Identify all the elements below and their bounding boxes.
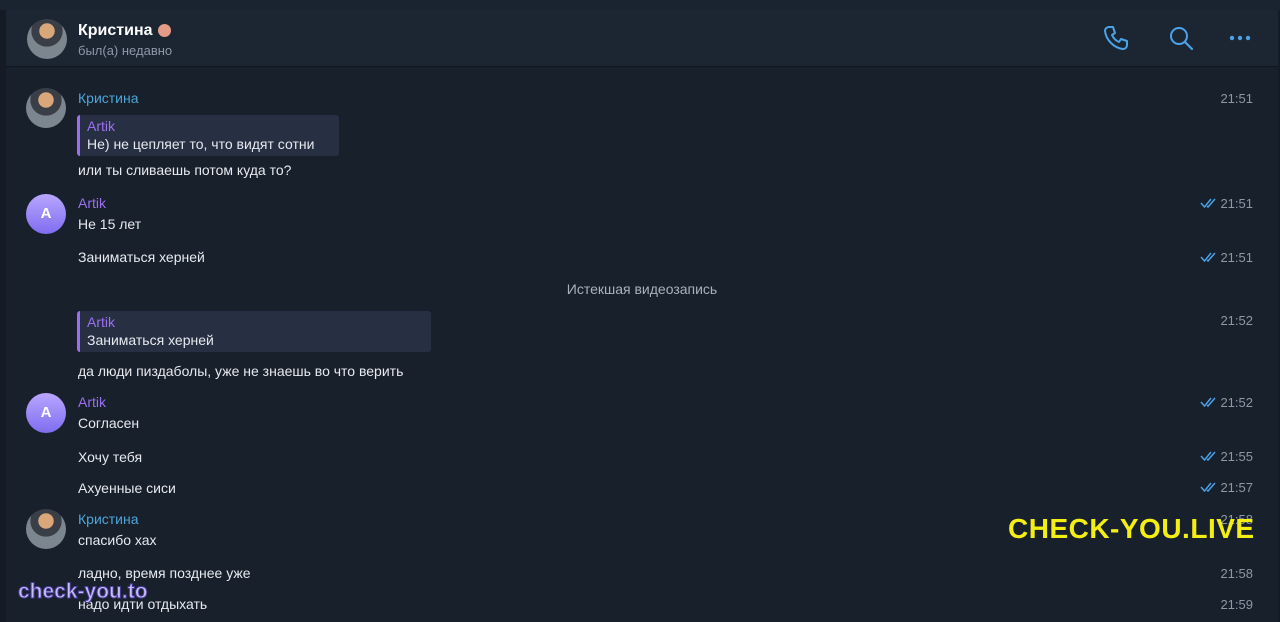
sender-name[interactable]: Artik [78, 394, 106, 410]
watermark-check-you-to: check-you.to [18, 580, 149, 604]
search-icon[interactable] [1166, 23, 1196, 53]
message-time: 21:51 [1200, 196, 1253, 211]
service-message: Истекшая видеозапись [566, 281, 718, 297]
double-check-icon [1200, 482, 1217, 493]
message-time: 21:51 [1220, 91, 1253, 106]
contact-name[interactable]: Кристина [78, 22, 153, 40]
message-text: Не 15 лет [78, 216, 142, 232]
contact-status: был(а) недавно [78, 43, 173, 58]
reply-sender: Artik [87, 314, 115, 330]
status-emoji-icon [158, 24, 171, 37]
message-time: 21:52 [1220, 313, 1253, 328]
more-dots-icon[interactable] [1225, 23, 1255, 53]
message-time: 21:58 [1220, 566, 1253, 581]
chat-header: Кристина был(а) недавно [6, 10, 1278, 67]
reply-text: Не) не цепляет то, что видят сотни [87, 136, 315, 152]
avatar-artik[interactable]: A [26, 194, 66, 234]
message-text: спасибо хах [78, 532, 157, 548]
double-check-icon [1200, 451, 1217, 462]
double-check-icon [1200, 397, 1217, 408]
sender-name[interactable]: Artik [78, 195, 106, 211]
reply-quote[interactable]: Artik Заниматься херней [77, 311, 431, 352]
double-check-icon [1200, 198, 1217, 209]
watermark-check-you-live: CHECK-YOU.LIVE [1008, 513, 1255, 544]
window-top-strip [0, 0, 1280, 10]
message-text: да люди пиздаболы, уже не знаешь во что … [78, 363, 404, 379]
reply-quote[interactable]: Artik Не) не цепляет то, что видят сотни [77, 115, 339, 156]
sender-name[interactable]: Кристина [78, 511, 139, 527]
reply-sender: Artik [87, 118, 115, 134]
message-text: ладно, время позднее уже [78, 565, 251, 581]
message-text: Заниматься херней [78, 249, 205, 265]
message-time: 21:52 [1200, 395, 1253, 410]
message-time: 21:57 [1200, 480, 1253, 495]
message-text: Согласен [78, 415, 140, 431]
sender-name[interactable]: Кристина [78, 90, 139, 106]
contact-avatar[interactable] [27, 19, 67, 59]
phone-icon[interactable] [1101, 23, 1131, 53]
message-text: Ахуенные сиси [78, 480, 176, 496]
message-time: 21:59 [1220, 597, 1253, 612]
avatar-kristina[interactable] [26, 509, 66, 549]
message-text: Хочу тебя [78, 449, 143, 465]
message-time: 21:55 [1200, 449, 1253, 464]
reply-text: Заниматься херней [87, 332, 214, 348]
avatar-artik[interactable]: A [26, 393, 66, 433]
double-check-icon [1200, 252, 1217, 263]
message-time: 21:51 [1200, 250, 1253, 265]
avatar-kristina[interactable] [26, 88, 66, 128]
message-text: или ты сливаешь потом куда то? [78, 162, 292, 178]
